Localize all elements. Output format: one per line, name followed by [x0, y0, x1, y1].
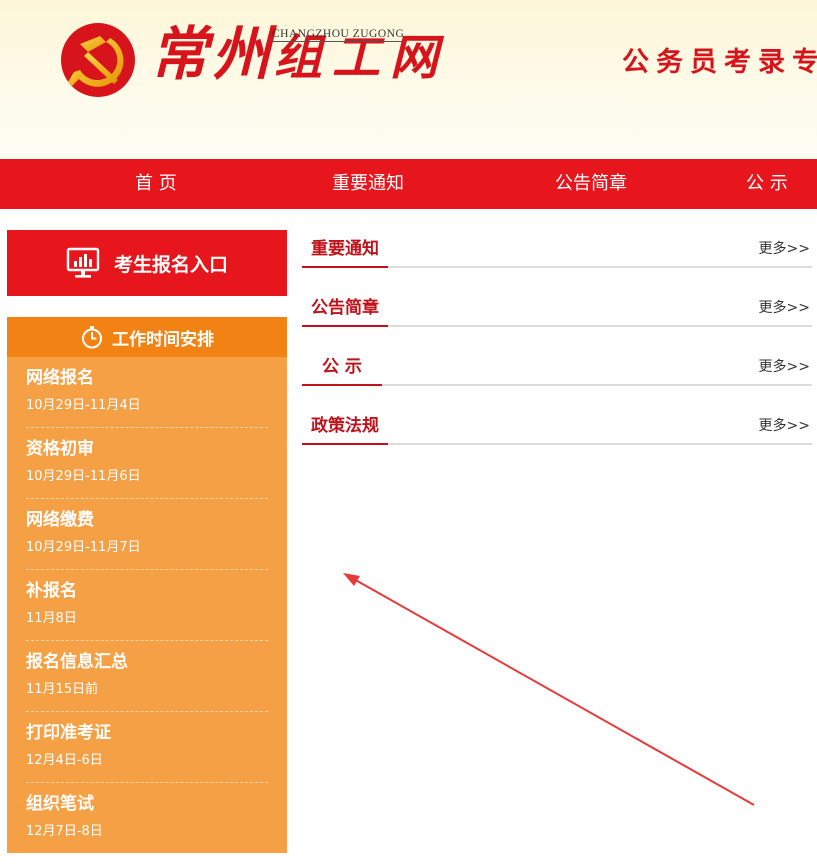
schedule-item-name: 网络缴费	[26, 510, 94, 530]
section-title[interactable]: 公 示	[302, 356, 382, 386]
party-emblem-icon	[61, 23, 135, 97]
site-logo-english: CHANGZHOU ZUGONG	[272, 28, 405, 42]
candidate-signup-button[interactable]: 考生报名入口	[7, 230, 287, 296]
schedule-item-name: 资格初审	[26, 439, 94, 459]
schedule-item-name: 网络报名	[26, 368, 94, 388]
more-link[interactable]: 更多>>	[759, 356, 810, 378]
section-title[interactable]: 重要通知	[302, 238, 388, 268]
schedule-item: 资格初审 10月29日-11月6日	[26, 428, 268, 499]
schedule-item-name: 报名信息汇总	[26, 652, 128, 672]
section-title[interactable]: 政策法规	[302, 415, 388, 445]
signup-label: 考生报名入口	[113, 253, 228, 276]
schedule-item: 组织笔试 12月7日-8日	[26, 783, 268, 854]
more-link[interactable]: 更多>>	[759, 238, 810, 260]
schedule-item-date: 12月7日-8日	[26, 824, 103, 839]
schedule-item-date: 10月29日-11月4日	[26, 398, 141, 413]
stopwatch-icon	[82, 326, 102, 349]
schedule-item: 网络缴费 10月29日-11月7日	[26, 499, 268, 570]
site-header: 常州组工网 CHANGZHOU ZUGONG 公务员考录专	[0, 0, 817, 159]
nav-item-notices[interactable]: 重要通知	[332, 159, 404, 209]
schedule-item-date: 11月15日前	[26, 682, 99, 697]
main-nav: 首 页 重要通知 公告简章 公 示	[0, 159, 817, 209]
schedule-item: 补报名 11月8日	[26, 570, 268, 641]
schedule-item-name: 组织笔试	[26, 794, 94, 814]
banner-title: 公务员考录专	[622, 47, 817, 78]
schedule-item-name: 打印准考证	[26, 723, 111, 743]
schedule-panel: 工作时间安排 网络报名 10月29日-11月4日 资格初审 10月29日-11月…	[7, 317, 287, 853]
schedule-item-date: 11月8日	[26, 611, 77, 626]
section-title[interactable]: 公告简章	[302, 297, 388, 327]
more-link[interactable]: 更多>>	[759, 415, 810, 437]
schedule-item-date: 10月29日-11月6日	[26, 469, 141, 484]
nav-item-announcements[interactable]: 公告简章	[555, 159, 627, 209]
schedule-item: 报名信息汇总 11月15日前	[26, 641, 268, 712]
schedule-title: 工作时间安排	[112, 329, 214, 350]
schedule-item: 网络报名 10月29日-11月4日	[26, 357, 268, 428]
section-announcements: 公告简章 更多>>	[302, 297, 812, 327]
section-important-notices: 重要通知 更多>>	[302, 238, 812, 268]
monitor-chart-icon	[66, 247, 100, 278]
section-policies: 政策法规 更多>>	[302, 415, 812, 445]
schedule-item-date: 12月4日-6日	[26, 753, 103, 768]
schedule-header: 工作时间安排	[7, 317, 287, 357]
schedule-item-name: 补报名	[26, 581, 77, 601]
schedule-item: 打印准考证 12月4日-6日	[26, 712, 268, 783]
nav-item-publicity[interactable]: 公 示	[746, 159, 788, 209]
schedule-item-date: 10月29日-11月7日	[26, 540, 141, 555]
nav-item-home[interactable]: 首 页	[135, 159, 177, 209]
section-publicity: 公 示 更多>>	[302, 356, 812, 386]
more-link[interactable]: 更多>>	[759, 297, 810, 319]
schedule-list: 网络报名 10月29日-11月4日 资格初审 10月29日-11月6日 网络缴费…	[7, 357, 287, 854]
